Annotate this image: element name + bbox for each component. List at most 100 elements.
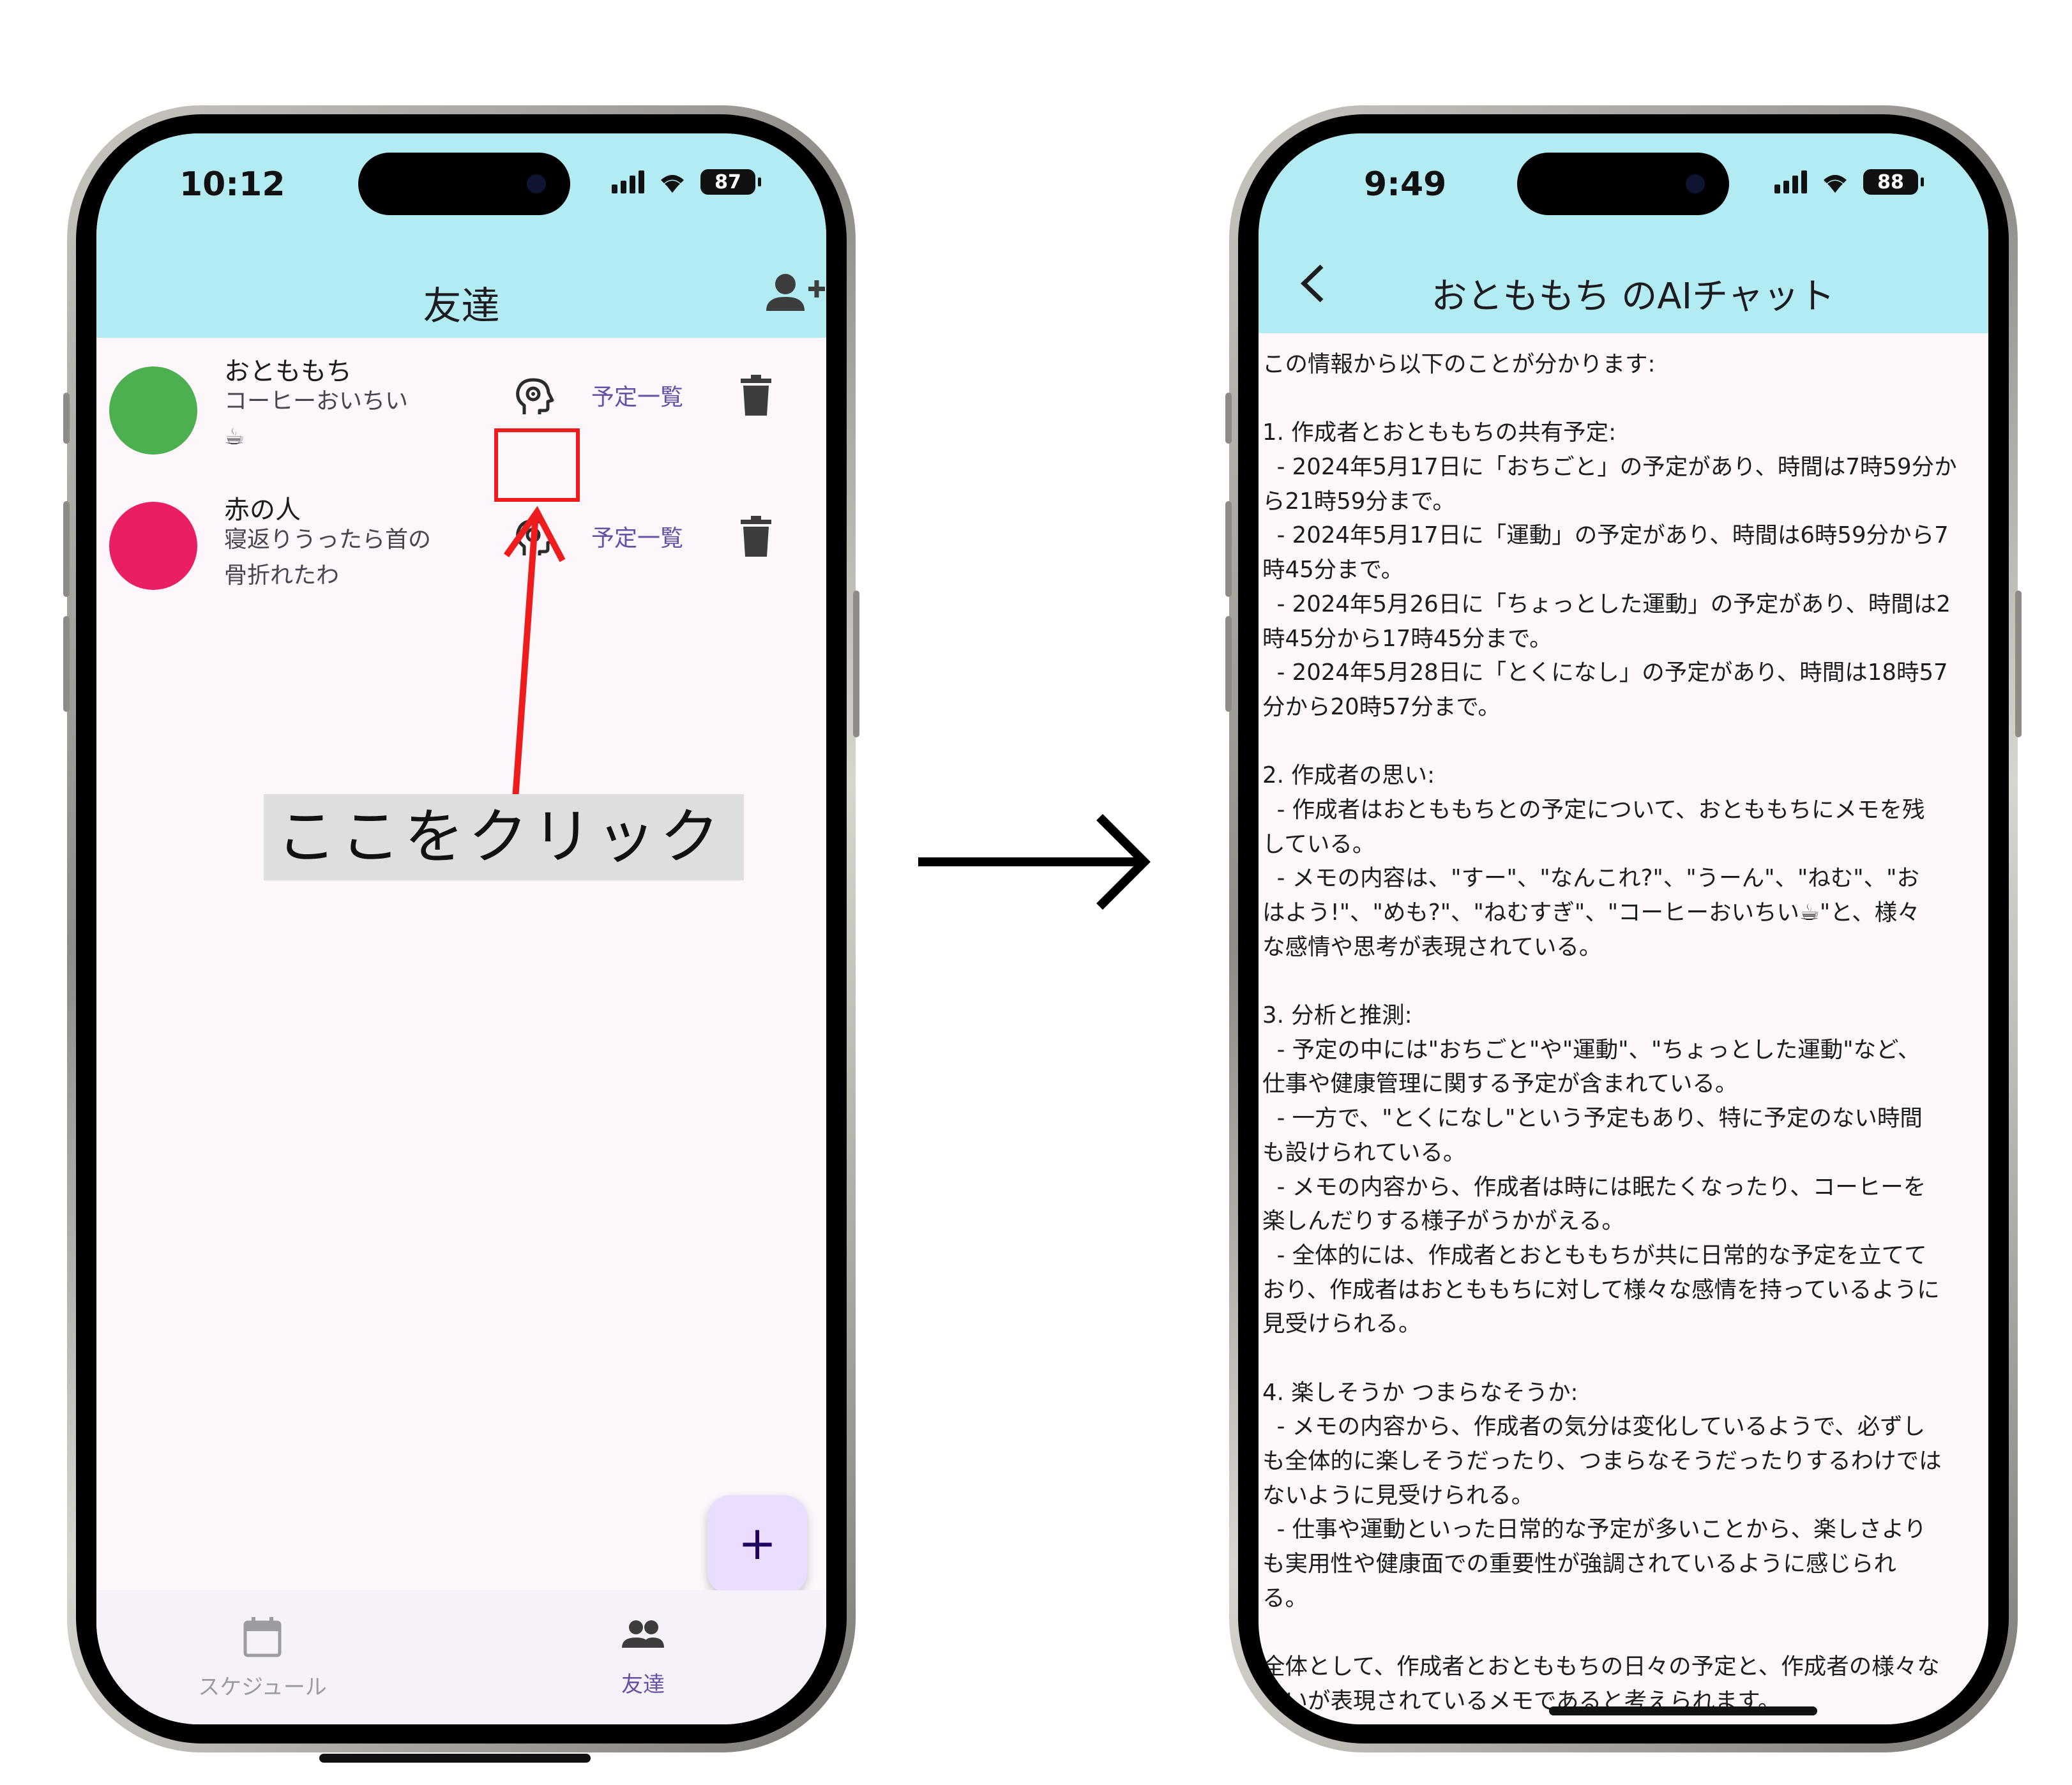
chat-line: している。: [1262, 831, 1375, 857]
add-button[interactable]: +: [707, 1495, 807, 1595]
nav-item-friends[interactable]: 友達: [560, 1616, 726, 1698]
app-bar: 9:49 88 おとももち のAIチャット: [1259, 133, 1988, 333]
bottom-navigation: スケジュール 友達: [96, 1590, 826, 1724]
schedule-list-link[interactable]: 予定一覧: [591, 379, 683, 412]
chat-line: - メモの内容から、作成者の気分は変化しているようで、必ずし: [1262, 1413, 1926, 1440]
friend-row[interactable]: おとももち コーヒーおいちい ☕ 予定一覧: [96, 344, 826, 472]
chat-line: ら21時59分まで。: [1262, 488, 1455, 515]
trash-icon[interactable]: [738, 375, 774, 417]
battery-indicator: 88: [1863, 169, 1918, 195]
chat-line: [1262, 382, 1988, 416]
chat-line: - 作成者はおとももちとの予定について、おとももちにメモを残: [1262, 796, 1925, 823]
calendar-icon: [243, 1617, 282, 1657]
chat-line: も全体的に楽しそうだったり、つまらなそうだったりするわけでは: [1262, 1448, 1942, 1474]
right-phone: 9:49 88 おとももち のAIチャット この情報から以下のことが分かります:…: [1225, 105, 2022, 1752]
chat-line: - 一方で、"とくになし"という予定もあり、特に予定のない時間: [1262, 1105, 1923, 1132]
trash-icon[interactable]: [738, 516, 774, 558]
dynamic-island: [1517, 153, 1729, 215]
chat-line: おり、作成者はおとももちに対して様々な感情を持っているように: [1262, 1276, 1940, 1303]
battery-indicator: 87: [700, 169, 755, 195]
memo-line: 寝返りうったら首の: [224, 527, 432, 553]
chat-line: - 2024年5月26日に「ちょっとした運動」の予定があり、時間は2: [1262, 591, 1951, 617]
status-time: 9:49: [1364, 165, 1447, 204]
page-title: 友達: [423, 284, 500, 329]
people-icon: [622, 1620, 664, 1648]
signal-icon: [612, 170, 644, 193]
plus-icon: +: [737, 1516, 777, 1570]
friends-screen: 10:12 87 友達 おとももち コーヒーおいちい ☕ 予定一覧 赤の人 寝返…: [96, 133, 826, 1724]
battery-tip: [1921, 177, 1924, 186]
memo-line: コーヒーおいちい: [224, 388, 409, 414]
side-button: [853, 591, 859, 737]
chat-line: - メモの内容は、"すー"、"なんこれ?"、"うーん"、"ねむ"、"お: [1262, 865, 1919, 892]
ai-chat-screen: 9:49 88 おとももち のAIチャット この情報から以下のことが分かります:…: [1259, 133, 1988, 1724]
person-add-icon[interactable]: [762, 267, 826, 319]
side-button: [1225, 501, 1232, 597]
status-icons: 87: [612, 169, 761, 195]
chat-line: - 2024年5月17日に「おちごと」の予定があり、時間は7時59分か: [1262, 454, 1957, 481]
friend-name: おとももち: [224, 357, 352, 386]
signal-icon: [1774, 170, 1807, 193]
psychology-icon[interactable]: [511, 375, 556, 419]
chat-line: も設けられている。: [1262, 1139, 1466, 1166]
chat-line: - 2024年5月28日に「とくになし」の予定があり、時間は18時57: [1262, 659, 1948, 686]
page-title: おとももち のAIチャット: [1431, 276, 1835, 317]
side-button: [1225, 616, 1232, 712]
highlight-box: [494, 428, 580, 502]
chat-line: 時45分から17時45分まで。: [1262, 625, 1552, 652]
annotation-arrow: [503, 506, 566, 800]
nav-label: 友達: [621, 1672, 665, 1698]
app-bar: 10:12 87 友達: [96, 133, 826, 338]
chat-line: - 全体的には、作成者とおとももちが共に日常的な予定を立てて: [1262, 1242, 1927, 1269]
chat-line: ないように見受けられる。: [1262, 1482, 1534, 1509]
home-indicator: [319, 1754, 591, 1763]
transition-arrow: [918, 814, 1151, 910]
side-button: [63, 393, 70, 444]
chat-line: 仕事や健康管理に関する予定が含まれている。: [1262, 1071, 1738, 1097]
memo-line: 骨折れたわ: [224, 562, 340, 589]
battery-tip: [758, 177, 761, 186]
side-button: [63, 501, 70, 597]
chat-line: - 仕事や運動といった日常的な予定が多いことから、楽しさより: [1262, 1516, 1926, 1543]
chat-line: はよう!"、"めも?"、"ねむすぎ"、"コーヒーおいちい☕"と、様々: [1262, 900, 1920, 926]
chat-line: 見受けられる。: [1262, 1311, 1421, 1337]
chat-line: 1. 作成者とおとももちの共有予定:: [1262, 419, 1617, 446]
friend-memo: コーヒーおいちい ☕: [224, 384, 473, 455]
chat-line: 3. 分析と推測:: [1262, 1002, 1412, 1029]
chat-line: る。: [1262, 1585, 1308, 1611]
avatar: [109, 502, 197, 590]
side-button: [1225, 393, 1232, 444]
wifi-icon: [1824, 175, 1847, 193]
status-time: 10:12: [179, 165, 285, 204]
wifi-icon: [661, 175, 684, 193]
status-bar: 9:49 88: [1259, 133, 1988, 236]
nav-label: スケジュール: [198, 1675, 327, 1700]
chat-line: [1262, 1615, 1988, 1650]
friend-memo: 寝返りうったら首の 骨折れたわ: [224, 522, 473, 594]
chat-line: 4. 楽しそうか つまらなそうか:: [1262, 1379, 1578, 1406]
home-indicator: [1549, 1706, 1817, 1715]
ai-response-text: この情報から以下のことが分かります: 1. 作成者とおとももちの共有予定: - 2…: [1262, 347, 1988, 1719]
chat-line: [1262, 725, 1988, 759]
chat-line: - 予定の中には"おちごと"や"運動"、"ちょっとした運動"など、: [1262, 1036, 1921, 1063]
schedule-list-link[interactable]: 予定一覧: [591, 520, 683, 553]
chat-line: 楽しんだりする様子がうかがえる。: [1262, 1208, 1624, 1235]
chat-line: 2. 作成者の思い:: [1262, 762, 1435, 789]
chat-line: な感情や思考が表現されている。: [1262, 933, 1602, 960]
click-here-callout: ここをクリック: [264, 794, 744, 880]
avatar: [109, 366, 197, 455]
chat-line: [1262, 964, 1988, 998]
memo-line: ☕: [224, 424, 245, 450]
status-bar: 10:12 87: [96, 133, 826, 236]
side-button: [2015, 591, 2022, 737]
side-button: [63, 616, 70, 712]
status-icons: 88: [1774, 169, 1924, 195]
chat-line: 分から20時57分まで。: [1262, 693, 1501, 720]
left-phone: 10:12 87 友達 おとももち コーヒーおいちい ☕ 予定一覧 赤の人 寝返…: [63, 105, 859, 1752]
chat-line: 全体として、作成者とおとももちの日々の予定と、作成者の様々な: [1262, 1653, 1940, 1680]
chat-line: [1262, 1341, 1988, 1376]
chat-line: - メモの内容から、作成者は時には眠たくなったり、コーヒーを: [1262, 1173, 1926, 1200]
chat-line: この情報から以下のことが分かります:: [1262, 351, 1656, 377]
dynamic-island: [358, 153, 570, 215]
nav-item-schedule[interactable]: スケジュール: [179, 1616, 345, 1701]
